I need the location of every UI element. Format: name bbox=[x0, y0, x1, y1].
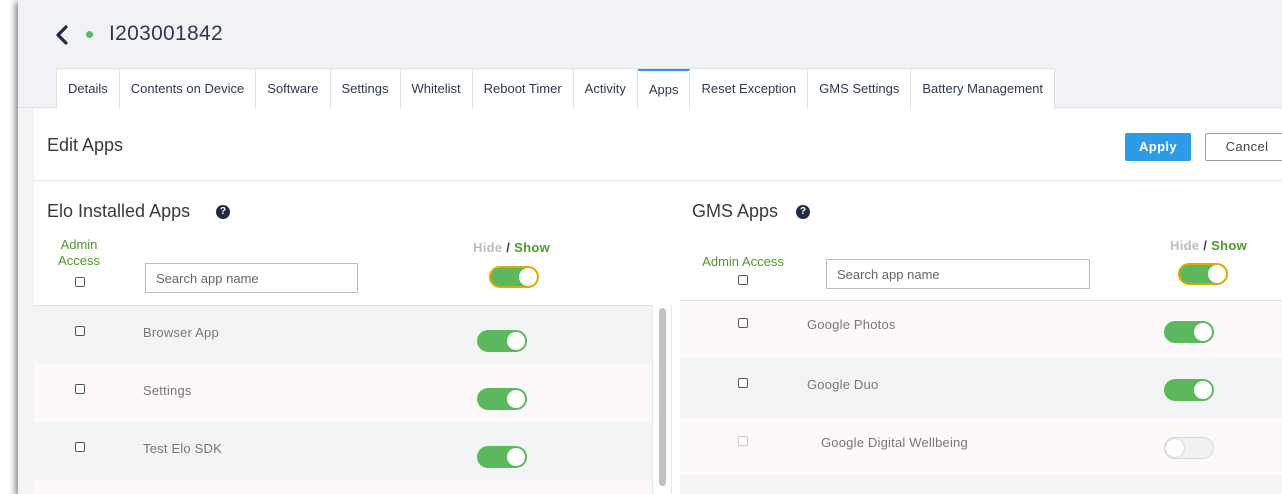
elo-list-scrollbar[interactable] bbox=[652, 305, 672, 494]
header-divider bbox=[34, 180, 1282, 181]
elo-slash: / bbox=[502, 240, 515, 255]
elo-search-input[interactable] bbox=[145, 263, 358, 293]
device-id: I203001842 bbox=[109, 22, 223, 45]
elo-apps-title: Elo Installed Apps bbox=[47, 201, 191, 221]
cancel-button[interactable]: Cancel bbox=[1205, 133, 1282, 161]
elo-list-scroll-thumb[interactable] bbox=[659, 308, 666, 486]
gms-app-row: Google Digital Wellbeing bbox=[680, 417, 1282, 475]
gms-admin-select-all-checkbox[interactable] bbox=[738, 275, 748, 285]
tab-contents-on-device[interactable]: Contents on Device bbox=[119, 69, 257, 109]
elo-hide-label: Hide bbox=[473, 240, 503, 255]
gms-app-name: Google Duo bbox=[807, 377, 879, 392]
elo-show-all-toggle[interactable] bbox=[489, 266, 539, 288]
toggle-knob bbox=[1194, 323, 1212, 341]
elo-admin-label-line2: Access bbox=[58, 253, 100, 268]
gms-app-visibility-toggle[interactable] bbox=[1164, 379, 1214, 401]
elo-app-admin-checkbox[interactable] bbox=[75, 442, 85, 452]
elo-hide-show-label: Hide / Show bbox=[473, 240, 550, 255]
gms-app-admin-checkbox[interactable] bbox=[738, 436, 748, 446]
elo-app-admin-checkbox[interactable] bbox=[75, 384, 85, 394]
tab-activity[interactable]: Activity bbox=[573, 69, 638, 109]
elo-app-row: Settings bbox=[34, 364, 652, 422]
tab-software[interactable]: Software bbox=[256, 69, 331, 109]
elo-app-name: Settings bbox=[143, 383, 192, 398]
toggle-knob bbox=[507, 448, 525, 466]
tab-bar: Details Contents on Device Software Sett… bbox=[56, 68, 1056, 109]
elo-app-name: Browser App bbox=[143, 325, 219, 340]
question-circle-icon[interactable]: ? bbox=[216, 205, 230, 219]
gms-app-row: Google Photos bbox=[680, 301, 1282, 359]
elo-app-visibility-toggle[interactable] bbox=[477, 388, 527, 410]
gms-app-name: Google Photos bbox=[807, 317, 896, 332]
elo-admin-label-line1: Admin bbox=[60, 237, 98, 252]
question-circle-icon[interactable]: ? bbox=[796, 205, 810, 219]
tab-settings[interactable]: Settings bbox=[330, 69, 401, 109]
status-dot bbox=[86, 31, 93, 38]
tab-battery-management[interactable]: Battery Management bbox=[911, 69, 1055, 109]
tab-reset-exception[interactable]: Reset Exception bbox=[690, 69, 809, 109]
apps-panel: Edit Apps Apply Cancel Elo Installed App… bbox=[34, 109, 1282, 494]
gms-app-row-partial bbox=[680, 475, 1282, 494]
elo-admin-access-label: Admin Access bbox=[58, 237, 100, 269]
gms-app-name: Google Digital Wellbeing bbox=[821, 435, 968, 450]
chevron-left-icon[interactable] bbox=[52, 24, 74, 46]
toggle-knob bbox=[1166, 439, 1184, 457]
gms-app-visibility-toggle[interactable] bbox=[1164, 321, 1214, 343]
device-window: I203001842 Details Contents on Device So… bbox=[18, 0, 1282, 494]
gms-app-visibility-toggle[interactable] bbox=[1164, 437, 1214, 459]
toggle-knob bbox=[519, 268, 537, 286]
gms-slash: / bbox=[1199, 238, 1212, 253]
gms-hide-label: Hide bbox=[1170, 238, 1200, 253]
page-title: Edit Apps bbox=[47, 135, 124, 155]
gms-hide-show-label: Hide / Show bbox=[1170, 238, 1247, 253]
device-header: I203001842 Details Contents on Device So… bbox=[18, 0, 1282, 109]
gms-app-row: Google Duo bbox=[680, 359, 1282, 417]
toggle-knob bbox=[507, 390, 525, 408]
gms-app-admin-checkbox[interactable] bbox=[738, 378, 748, 388]
gms-search-input[interactable] bbox=[826, 259, 1090, 289]
tab-whitelist[interactable]: Whitelist bbox=[400, 69, 473, 109]
toggle-knob bbox=[1194, 381, 1212, 399]
elo-app-visibility-toggle[interactable] bbox=[477, 446, 527, 468]
tab-gms-settings[interactable]: GMS Settings bbox=[808, 69, 912, 109]
elo-app-row: Browser App bbox=[34, 306, 652, 364]
tab-details[interactable]: Details bbox=[57, 69, 120, 109]
gms-show-all-toggle[interactable] bbox=[1178, 263, 1228, 285]
elo-app-visibility-toggle[interactable] bbox=[477, 330, 527, 352]
elo-admin-select-all-checkbox[interactable] bbox=[75, 277, 85, 287]
gms-app-admin-checkbox[interactable] bbox=[738, 318, 748, 328]
toggle-knob bbox=[507, 332, 525, 350]
toggle-knob bbox=[1208, 265, 1226, 283]
tab-apps[interactable]: Apps bbox=[637, 69, 691, 109]
gms-show-label: Show bbox=[1211, 238, 1247, 253]
gms-apps-title: GMS Apps bbox=[692, 201, 779, 221]
tab-reboot-timer[interactable]: Reboot Timer bbox=[472, 69, 574, 109]
elo-app-name: Test Elo SDK bbox=[143, 441, 222, 456]
elo-app-admin-checkbox[interactable] bbox=[75, 326, 85, 336]
gms-admin-access-label: Admin Access bbox=[702, 254, 784, 269]
apply-button[interactable]: Apply bbox=[1125, 133, 1191, 161]
elo-show-label: Show bbox=[514, 240, 550, 255]
elo-app-row: Test Elo SDK bbox=[34, 422, 652, 480]
elo-app-row-partial bbox=[34, 480, 652, 494]
